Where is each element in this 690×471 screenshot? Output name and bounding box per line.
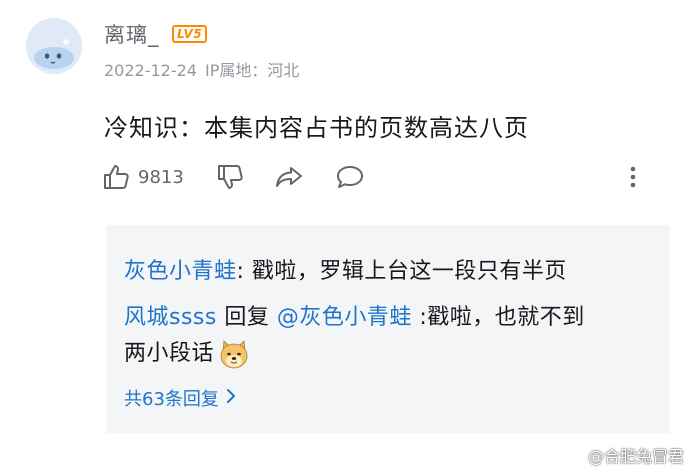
chevron-right-icon <box>219 387 237 410</box>
share-button[interactable] <box>274 160 304 194</box>
reply-username[interactable]: 灰色小青蛙 <box>124 259 237 284</box>
reply-text-continued: 两小段话 <box>124 335 250 370</box>
reply-username[interactable]: 风城ssss <box>124 305 217 330</box>
like-button[interactable]: 9813 <box>102 160 184 194</box>
ip-location: IP属地：河北 <box>204 61 300 80</box>
like-count: 9813 <box>138 166 184 188</box>
doge-emoji-icon <box>218 338 250 370</box>
comment-date: 2022-12-24 <box>104 61 197 80</box>
comment-meta: 2022-12-24 IP属地：河北 <box>104 57 299 81</box>
reply-item: 风城ssss 回复 @灰色小青蛙 :戳啦，也就不到 <box>124 299 585 331</box>
reply-text: :戳啦，也就不到 <box>411 305 585 330</box>
view-all-replies-link[interactable]: 共63条回复 <box>124 385 237 411</box>
watermark-text: @合肥兔冒君 <box>587 447 684 466</box>
level-badge: LV5 <box>172 25 208 43</box>
reply-mention[interactable]: @灰色小青蛙 <box>277 305 412 330</box>
weibo-icon <box>564 444 588 466</box>
action-bar: 9813 <box>102 160 650 194</box>
watermark: @合肥兔冒君 <box>564 443 684 467</box>
share-icon <box>274 163 304 191</box>
comment-text: 冷知识：本集内容占书的页数高达八页 <box>104 114 529 142</box>
username[interactable]: 离璃_ <box>104 19 160 49</box>
reply-text-line2: 两小段话 <box>124 341 215 366</box>
comment-icon <box>334 163 366 191</box>
avatar[interactable] <box>26 18 82 74</box>
more-replies-label: 共63条回复 <box>124 389 219 410</box>
replies-preview: 灰色小青蛙: 戳啦，罗辑上台这一段只有半页 风城ssss 回复 @灰色小青蛙 :… <box>106 225 670 433</box>
reply-word: 回复 <box>216 305 277 330</box>
reply-button[interactable] <box>334 160 366 194</box>
thumbs-up-icon <box>102 163 130 191</box>
reply-item: 灰色小青蛙: 戳啦，罗辑上台这一段只有半页 <box>124 253 567 285</box>
more-vertical-icon <box>626 163 640 191</box>
more-button[interactable] <box>626 160 640 194</box>
reply-text: 戳啦，罗辑上台这一段只有半页 <box>244 259 567 284</box>
dislike-button[interactable] <box>216 160 244 194</box>
thumbs-down-icon <box>216 163 244 191</box>
